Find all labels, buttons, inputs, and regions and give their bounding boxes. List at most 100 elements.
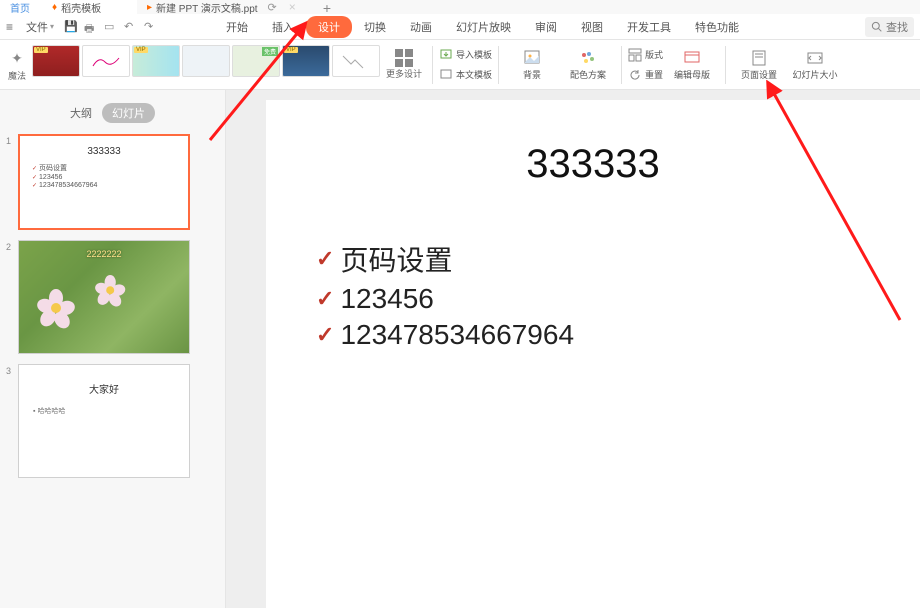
more-designs-label: 更多设计: [386, 67, 422, 80]
tab-view[interactable]: 视图: [569, 16, 615, 38]
template-thumb-1[interactable]: VIP: [32, 45, 80, 77]
local-template-label: 本文模板: [456, 68, 492, 81]
local-template-button[interactable]: 本文模板: [439, 66, 492, 84]
ribbon-divider: [621, 46, 622, 84]
thumbnail-1[interactable]: 333333 页码设置 123456 123478534667964: [18, 134, 190, 230]
tab-review[interactable]: 审阅: [523, 16, 569, 38]
template-thumb-3[interactable]: VIP: [132, 45, 180, 77]
template-thumb-6[interactable]: VIP: [282, 45, 330, 77]
thumb3-line: 哈哈哈哈: [33, 406, 183, 416]
save-icon[interactable]: 💾: [64, 20, 78, 34]
check-icon: ✓: [316, 286, 334, 312]
slide-size-label: 幻灯片大小: [793, 68, 838, 81]
background-button[interactable]: 背景: [505, 42, 559, 88]
template-thumb-4[interactable]: [182, 45, 230, 77]
local-template-icon: [439, 68, 453, 82]
ribbon-divider: [498, 46, 499, 84]
tab-features[interactable]: 特色功能: [683, 16, 751, 38]
main-menu-tabs: 开始 插入 设计 切换 动画 幻灯片放映 审阅 视图 开发工具 特色功能: [214, 16, 751, 38]
thumbnail-number: 3: [6, 364, 14, 376]
reset-icon: [628, 68, 642, 82]
thumb1-title: 333333: [26, 146, 182, 157]
docer-tab[interactable]: ♦ 稻壳模板: [42, 0, 137, 14]
thumbnail-row: 3 大家好 哈哈哈哈: [6, 364, 219, 478]
file-menu[interactable]: 文件: [26, 19, 54, 35]
slides-tab[interactable]: 幻灯片: [102, 103, 155, 123]
tab-design[interactable]: 设计: [306, 16, 352, 38]
add-tab-button[interactable]: +: [312, 0, 342, 16]
thumb1-line3: 123478534667964: [32, 182, 182, 189]
import-icon: [439, 48, 453, 62]
palette-icon: [579, 49, 597, 67]
tab-slideshow[interactable]: 幻灯片放映: [444, 16, 523, 38]
preview-icon[interactable]: ▭: [104, 20, 118, 34]
template-thumb-7[interactable]: [332, 45, 380, 77]
free-tag: 免费: [262, 47, 278, 56]
thumbnail-number: 2: [6, 240, 14, 252]
vip-badge: VIP: [134, 47, 148, 53]
ribbon-bar: ✦ 魔法 VIP VIP 免费 VIP 更多设计 导入模板 本文模板 背景 配色…: [0, 40, 920, 90]
thumbnail-row: 1 333333 页码设置 123456 123478534667964: [6, 134, 219, 230]
thumbnail-list: 1 333333 页码设置 123456 123478534667964 2 2…: [0, 130, 225, 608]
ribbon-divider: [432, 46, 433, 84]
bullet-text-2[interactable]: 123456: [340, 283, 433, 315]
magic-label: 魔法: [8, 69, 26, 82]
ribbon-divider: [725, 46, 726, 84]
color-scheme-button[interactable]: 配色方案: [561, 42, 615, 88]
ppt-file-icon: ▸: [147, 2, 152, 13]
slide-body[interactable]: ✓ 页码设置 ✓ 123456 ✓ 123478534667964: [316, 235, 574, 355]
thumb3-title: 大家好: [25, 381, 183, 396]
quick-access-toolbar: 💾 🖶 ▭ ↶ ↷: [64, 20, 158, 34]
tab-animation[interactable]: 动画: [398, 16, 444, 38]
thumbnail-number: 1: [6, 134, 14, 146]
home-tab[interactable]: 首页: [0, 0, 42, 14]
wand-icon: ✦: [6, 47, 28, 69]
check-icon: ✓: [316, 246, 334, 272]
slide-size-icon: [806, 49, 824, 67]
menu-left-group: ≡ 文件 💾 🖶 ▭ ↶ ↷: [6, 19, 158, 35]
more-designs-button[interactable]: 更多设计: [382, 49, 426, 80]
page-setup-button[interactable]: 页面设置: [732, 42, 786, 88]
tab-insert[interactable]: 插入: [260, 16, 306, 38]
search-box[interactable]: 查找: [865, 17, 914, 37]
template-thumb-2[interactable]: [82, 45, 130, 77]
bullet-text-1[interactable]: 页码设置: [340, 239, 452, 279]
vip-badge: VIP: [34, 47, 48, 53]
page-setup-icon: [750, 49, 768, 67]
thumbnail-3[interactable]: 大家好 哈哈哈哈: [18, 364, 190, 478]
thumbnail-row: 2 2222222: [6, 240, 219, 354]
tab-devtools[interactable]: 开发工具: [615, 16, 683, 38]
print-icon[interactable]: 🖶: [84, 20, 98, 34]
slide-size-button[interactable]: 幻灯片大小: [788, 42, 842, 88]
bullet-text-3[interactable]: 123478534667964: [340, 319, 574, 351]
tab-start[interactable]: 开始: [214, 16, 260, 38]
flower-image-placeholder: 2222222: [19, 241, 189, 353]
slide-title[interactable]: 333333: [526, 142, 659, 187]
magic-button[interactable]: ✦ 魔法: [4, 42, 30, 88]
document-tab[interactable]: ▸ 新建 PPT 演示文稿.ppt ⟳ ×: [137, 0, 312, 14]
thumbnail-2[interactable]: 2222222: [18, 240, 190, 354]
undo-icon[interactable]: ↶: [124, 20, 138, 34]
tab-transition[interactable]: 切换: [352, 16, 398, 38]
layout-icon: [628, 48, 642, 62]
outline-tab[interactable]: 大纲: [70, 105, 92, 121]
design-template-gallery: VIP VIP 免费 VIP: [32, 45, 380, 85]
template-thumb-5[interactable]: 免费: [232, 45, 280, 77]
reset-button[interactable]: 重置: [628, 66, 663, 84]
close-tab-icon[interactable]: ×: [289, 0, 296, 14]
background-icon: [523, 49, 541, 67]
bullet-row: ✓ 页码设置: [316, 239, 574, 279]
document-tab-bar: 首页 ♦ 稻壳模板 ▸ 新建 PPT 演示文稿.ppt ⟳ × +: [0, 0, 920, 14]
edit-master-label: 编辑母版: [674, 68, 710, 81]
grid-icon: [395, 49, 413, 67]
edit-master-button[interactable]: 编辑母版: [665, 42, 719, 88]
layout-button[interactable]: 版式: [628, 46, 663, 64]
redo-icon[interactable]: ↷: [144, 20, 158, 34]
refresh-icon[interactable]: ⟳: [268, 1, 277, 14]
template-import-group: 导入模板 本文模板: [439, 43, 492, 87]
hamburger-icon[interactable]: ≡: [6, 20, 22, 34]
slide-canvas[interactable]: 333333 ✓ 页码设置 ✓ 123456 ✓ 123478534667964: [266, 100, 920, 608]
reset-label: 重置: [645, 68, 663, 81]
import-template-button[interactable]: 导入模板: [439, 46, 492, 64]
fire-icon: ♦: [52, 2, 57, 13]
